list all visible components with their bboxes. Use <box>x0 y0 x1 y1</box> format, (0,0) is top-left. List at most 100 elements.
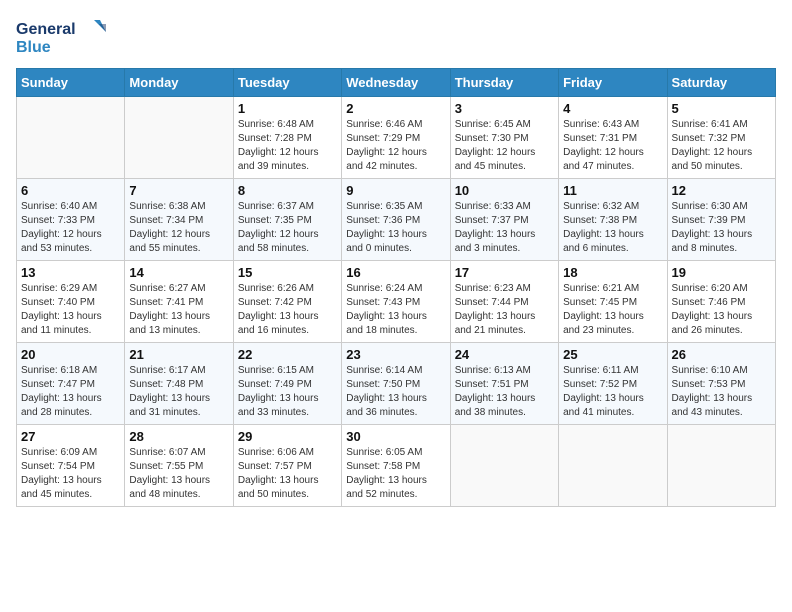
day-info: Sunrise: 6:23 AM Sunset: 7:44 PM Dayligh… <box>455 282 554 338</box>
day-number: 4 <box>563 101 662 116</box>
day-number: 25 <box>563 347 662 362</box>
calendar-cell: 4 Sunrise: 6:43 AM Sunset: 7:31 PM Daylig… <box>559 97 667 179</box>
svg-text:Blue: Blue <box>16 39 51 56</box>
day-info: Sunrise: 6:20 AM Sunset: 7:46 PM Dayligh… <box>672 282 771 338</box>
day-number: 23 <box>346 347 445 362</box>
day-info: Sunrise: 6:45 AM Sunset: 7:30 PM Dayligh… <box>455 118 554 174</box>
calendar-cell: 19 Sunrise: 6:20 AM Sunset: 7:46 PM Dayli… <box>667 261 775 343</box>
day-number: 27 <box>21 429 120 444</box>
day-number: 24 <box>455 347 554 362</box>
weekday-header-tuesday: Tuesday <box>233 69 341 97</box>
day-info: Sunrise: 6:11 AM Sunset: 7:52 PM Dayligh… <box>563 364 662 420</box>
calendar-cell <box>17 97 125 179</box>
day-info: Sunrise: 6:21 AM Sunset: 7:45 PM Dayligh… <box>563 282 662 338</box>
day-info: Sunrise: 6:05 AM Sunset: 7:58 PM Dayligh… <box>346 446 445 502</box>
calendar-cell: 22 Sunrise: 6:15 AM Sunset: 7:49 PM Dayli… <box>233 343 341 425</box>
week-row-3: 13Sunrise: 6:29 AM Sunset: 7:40 PM Dayli… <box>17 261 776 343</box>
calendar-table: SundayMondayTuesdayWednesdayThursdayFrid… <box>16 68 776 507</box>
day-number: 22 <box>238 347 337 362</box>
logo: General Blue <box>16 16 106 58</box>
calendar-cell: 20 Sunrise: 6:18 AM Sunset: 7:47 PM Dayli… <box>17 343 125 425</box>
calendar-cell: 12 Sunrise: 6:30 AM Sunset: 7:39 PM Dayli… <box>667 179 775 261</box>
calendar-cell: 26 Sunrise: 6:10 AM Sunset: 7:53 PM Dayli… <box>667 343 775 425</box>
day-number: 30 <box>346 429 445 444</box>
day-info: Sunrise: 6:13 AM Sunset: 7:51 PM Dayligh… <box>455 364 554 420</box>
calendar-cell <box>125 97 233 179</box>
calendar-cell: 23Sunrise: 6:14 AM Sunset: 7:50 PM Dayli… <box>342 343 450 425</box>
logo-svg: General Blue <box>16 16 106 58</box>
day-info: Sunrise: 6:46 AM Sunset: 7:29 PM Dayligh… <box>346 118 445 174</box>
day-info: Sunrise: 6:07 AM Sunset: 7:55 PM Dayligh… <box>129 446 228 502</box>
day-number: 21 <box>129 347 228 362</box>
calendar-cell: 27 Sunrise: 6:09 AM Sunset: 7:54 PM Dayli… <box>17 425 125 507</box>
calendar-cell: 29 Sunrise: 6:06 AM Sunset: 7:57 PM Dayli… <box>233 425 341 507</box>
week-row-2: 6 Sunrise: 6:40 AM Sunset: 7:33 PM Daylig… <box>17 179 776 261</box>
calendar-cell: 28 Sunrise: 6:07 AM Sunset: 7:55 PM Dayli… <box>125 425 233 507</box>
calendar-cell <box>559 425 667 507</box>
weekday-header-thursday: Thursday <box>450 69 558 97</box>
weekday-header-row: SundayMondayTuesdayWednesdayThursdayFrid… <box>17 69 776 97</box>
day-info: Sunrise: 6:29 AM Sunset: 7:40 PM Dayligh… <box>21 282 120 338</box>
day-number: 8 <box>238 183 337 198</box>
calendar-cell: 13Sunrise: 6:29 AM Sunset: 7:40 PM Dayli… <box>17 261 125 343</box>
day-number: 28 <box>129 429 228 444</box>
day-number: 20 <box>21 347 120 362</box>
calendar-cell: 16Sunrise: 6:24 AM Sunset: 7:43 PM Dayli… <box>342 261 450 343</box>
day-number: 12 <box>672 183 771 198</box>
day-info: Sunrise: 6:37 AM Sunset: 7:35 PM Dayligh… <box>238 200 337 256</box>
day-number: 11 <box>563 183 662 198</box>
day-number: 16 <box>346 265 445 280</box>
day-info: Sunrise: 6:32 AM Sunset: 7:38 PM Dayligh… <box>563 200 662 256</box>
logo-text-block: General Blue <box>16 16 106 58</box>
calendar-cell: 6 Sunrise: 6:40 AM Sunset: 7:33 PM Daylig… <box>17 179 125 261</box>
day-info: Sunrise: 6:33 AM Sunset: 7:37 PM Dayligh… <box>455 200 554 256</box>
day-number: 3 <box>455 101 554 116</box>
calendar-cell: 11 Sunrise: 6:32 AM Sunset: 7:38 PM Dayli… <box>559 179 667 261</box>
calendar-cell: 7Sunrise: 6:38 AM Sunset: 7:34 PM Daylig… <box>125 179 233 261</box>
day-info: Sunrise: 6:48 AM Sunset: 7:28 PM Dayligh… <box>238 118 337 174</box>
calendar-cell: 25 Sunrise: 6:11 AM Sunset: 7:52 PM Dayli… <box>559 343 667 425</box>
day-info: Sunrise: 6:09 AM Sunset: 7:54 PM Dayligh… <box>21 446 120 502</box>
week-row-5: 27 Sunrise: 6:09 AM Sunset: 7:54 PM Dayli… <box>17 425 776 507</box>
weekday-header-wednesday: Wednesday <box>342 69 450 97</box>
calendar-cell: 8 Sunrise: 6:37 AM Sunset: 7:35 PM Daylig… <box>233 179 341 261</box>
calendar-cell: 10Sunrise: 6:33 AM Sunset: 7:37 PM Dayli… <box>450 179 558 261</box>
calendar-cell: 18 Sunrise: 6:21 AM Sunset: 7:45 PM Dayli… <box>559 261 667 343</box>
day-number: 15 <box>238 265 337 280</box>
page-header: General Blue <box>16 16 776 58</box>
calendar-cell: 1 Sunrise: 6:48 AM Sunset: 7:28 PM Daylig… <box>233 97 341 179</box>
calendar-cell: 3 Sunrise: 6:45 AM Sunset: 7:30 PM Daylig… <box>450 97 558 179</box>
day-number: 18 <box>563 265 662 280</box>
day-info: Sunrise: 6:06 AM Sunset: 7:57 PM Dayligh… <box>238 446 337 502</box>
day-info: Sunrise: 6:18 AM Sunset: 7:47 PM Dayligh… <box>21 364 120 420</box>
day-info: Sunrise: 6:30 AM Sunset: 7:39 PM Dayligh… <box>672 200 771 256</box>
day-number: 6 <box>21 183 120 198</box>
day-info: Sunrise: 6:17 AM Sunset: 7:48 PM Dayligh… <box>129 364 228 420</box>
calendar-cell: 21 Sunrise: 6:17 AM Sunset: 7:48 PM Dayli… <box>125 343 233 425</box>
day-info: Sunrise: 6:35 AM Sunset: 7:36 PM Dayligh… <box>346 200 445 256</box>
day-number: 19 <box>672 265 771 280</box>
week-row-4: 20 Sunrise: 6:18 AM Sunset: 7:47 PM Dayli… <box>17 343 776 425</box>
calendar-cell: 30 Sunrise: 6:05 AM Sunset: 7:58 PM Dayli… <box>342 425 450 507</box>
day-number: 29 <box>238 429 337 444</box>
svg-text:General: General <box>16 21 76 38</box>
day-number: 9 <box>346 183 445 198</box>
day-info: Sunrise: 6:41 AM Sunset: 7:32 PM Dayligh… <box>672 118 771 174</box>
day-info: Sunrise: 6:15 AM Sunset: 7:49 PM Dayligh… <box>238 364 337 420</box>
calendar-cell <box>450 425 558 507</box>
weekday-header-sunday: Sunday <box>17 69 125 97</box>
day-number: 5 <box>672 101 771 116</box>
day-info: Sunrise: 6:43 AM Sunset: 7:31 PM Dayligh… <box>563 118 662 174</box>
calendar-cell: 15 Sunrise: 6:26 AM Sunset: 7:42 PM Dayli… <box>233 261 341 343</box>
day-number: 1 <box>238 101 337 116</box>
day-info: Sunrise: 6:27 AM Sunset: 7:41 PM Dayligh… <box>129 282 228 338</box>
weekday-header-monday: Monday <box>125 69 233 97</box>
calendar-cell: 5 Sunrise: 6:41 AM Sunset: 7:32 PM Daylig… <box>667 97 775 179</box>
day-number: 17 <box>455 265 554 280</box>
day-info: Sunrise: 6:40 AM Sunset: 7:33 PM Dayligh… <box>21 200 120 256</box>
day-info: Sunrise: 6:38 AM Sunset: 7:34 PM Dayligh… <box>129 200 228 256</box>
day-info: Sunrise: 6:10 AM Sunset: 7:53 PM Dayligh… <box>672 364 771 420</box>
calendar-cell: 2Sunrise: 6:46 AM Sunset: 7:29 PM Daylig… <box>342 97 450 179</box>
day-info: Sunrise: 6:26 AM Sunset: 7:42 PM Dayligh… <box>238 282 337 338</box>
day-number: 26 <box>672 347 771 362</box>
